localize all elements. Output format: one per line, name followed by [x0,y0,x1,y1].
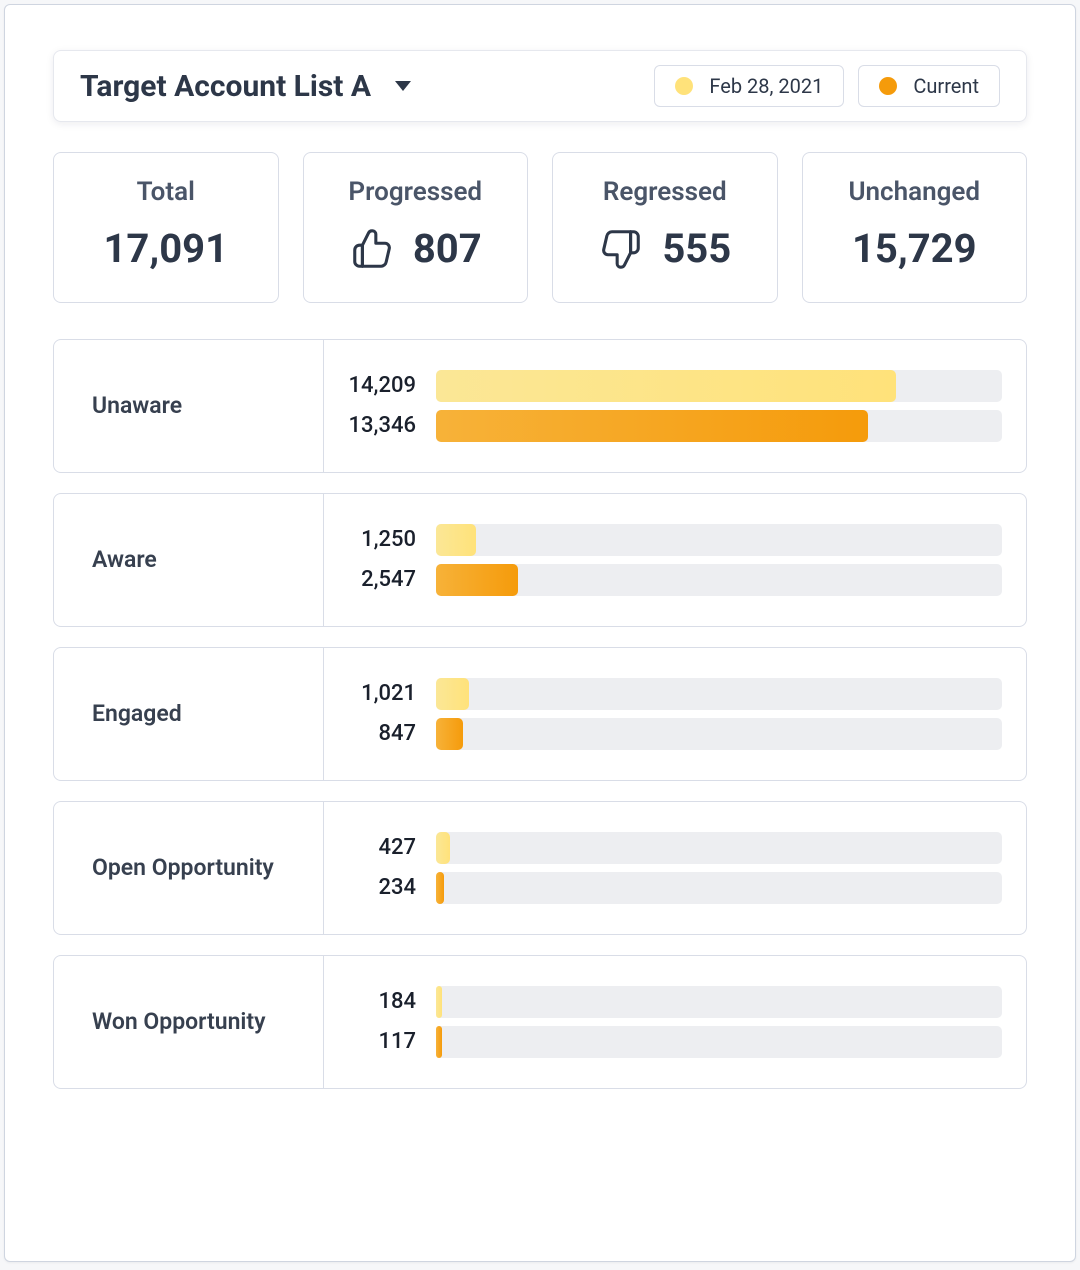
stage-row: Aware1,250 2,547 [53,493,1027,627]
stats-row: Total 17,091 Progressed 807 Regressed [53,152,1027,303]
stage-label: Engaged [54,648,324,780]
bar-row-past: 1,021 [324,678,1002,710]
bar-value: 14,209 [324,373,436,398]
stage-label: Open Opportunity [54,802,324,934]
stat-progressed: Progressed 807 [303,152,529,303]
bar-fill-current [436,872,444,904]
bar-track [436,410,1002,442]
bar-fill-current [436,564,518,596]
thumbs-up-icon [349,226,395,272]
bar-row-past: 1,250 [324,524,1002,556]
bar-value: 1,021 [324,681,436,706]
stage-bars: 14,209 13,346 [324,340,1026,472]
stat-value: 555 [662,225,731,272]
bar-track [436,678,1002,710]
legend-current-label: Current [913,74,979,98]
stage-bars: 427 234 [324,802,1026,934]
bar-track [436,832,1002,864]
bar-value: 847 [324,721,436,746]
dropdown-title: Target Account List A [80,69,371,104]
bar-row-past: 184 [324,986,1002,1018]
bar-fill-current [436,410,868,442]
stage-bars: 1,021 847 [324,648,1026,780]
stage-bars: 1,250 2,547 [324,494,1026,626]
bar-fill-current [436,718,463,750]
bar-fill-past [436,524,476,556]
legend-past-swatch [675,77,693,95]
stat-label: Progressed [312,177,520,207]
stat-label: Unchanged [811,177,1019,207]
bar-fill-past [436,986,442,1018]
account-list-dropdown[interactable]: Target Account List A [80,69,640,104]
bar-fill-past [436,370,896,402]
stat-value: 15,729 [852,225,977,272]
bar-row-current: 2,547 [324,564,1002,596]
bar-row-past: 14,209 [324,370,1002,402]
bar-row-current: 847 [324,718,1002,750]
bar-fill-past [436,678,469,710]
header-bar: Target Account List A Feb 28, 2021 Curre… [53,50,1027,122]
stage-row: Won Opportunity184 117 [53,955,1027,1089]
stat-value: 17,091 [103,225,228,272]
stage-row: Unaware14,209 13,346 [53,339,1027,473]
stat-label: Regressed [561,177,769,207]
stat-total: Total 17,091 [53,152,279,303]
bar-track [436,718,1002,750]
stage-row: Open Opportunity427 234 [53,801,1027,935]
bar-value: 234 [324,875,436,900]
bar-row-current: 234 [324,872,1002,904]
bar-track [436,564,1002,596]
bar-track [436,370,1002,402]
bar-track [436,872,1002,904]
stage-label: Aware [54,494,324,626]
bar-row-current: 13,346 [324,410,1002,442]
bar-row-past: 427 [324,832,1002,864]
bar-value: 13,346 [324,413,436,438]
bar-track [436,1026,1002,1058]
stage-row: Engaged1,021 847 [53,647,1027,781]
stages-list: Unaware14,209 13,346 Aware1,250 2,547 Engage… [53,339,1027,1089]
stage-bars: 184 117 [324,956,1026,1088]
thumbs-down-icon [598,226,644,272]
stat-value: 807 [413,225,482,272]
bar-track [436,986,1002,1018]
bar-value: 2,547 [324,567,436,592]
stage-label: Unaware [54,340,324,472]
legend-current-swatch [879,77,897,95]
stage-label: Won Opportunity [54,956,324,1088]
legend-past-label: Feb 28, 2021 [709,74,823,98]
bar-track [436,524,1002,556]
bar-value: 1,250 [324,527,436,552]
bar-row-current: 117 [324,1026,1002,1058]
stat-unchanged: Unchanged 15,729 [802,152,1028,303]
bar-value: 184 [324,989,436,1014]
bar-fill-past [436,832,450,864]
bar-fill-current [436,1026,442,1058]
bar-value: 427 [324,835,436,860]
legend-current-pill[interactable]: Current [858,65,1000,107]
caret-down-icon [393,79,413,93]
stat-label: Total [62,177,270,207]
dashboard-panel: Target Account List A Feb 28, 2021 Curre… [4,4,1076,1262]
legend-past-pill[interactable]: Feb 28, 2021 [654,65,844,107]
bar-value: 117 [324,1029,436,1054]
stat-regressed: Regressed 555 [552,152,778,303]
